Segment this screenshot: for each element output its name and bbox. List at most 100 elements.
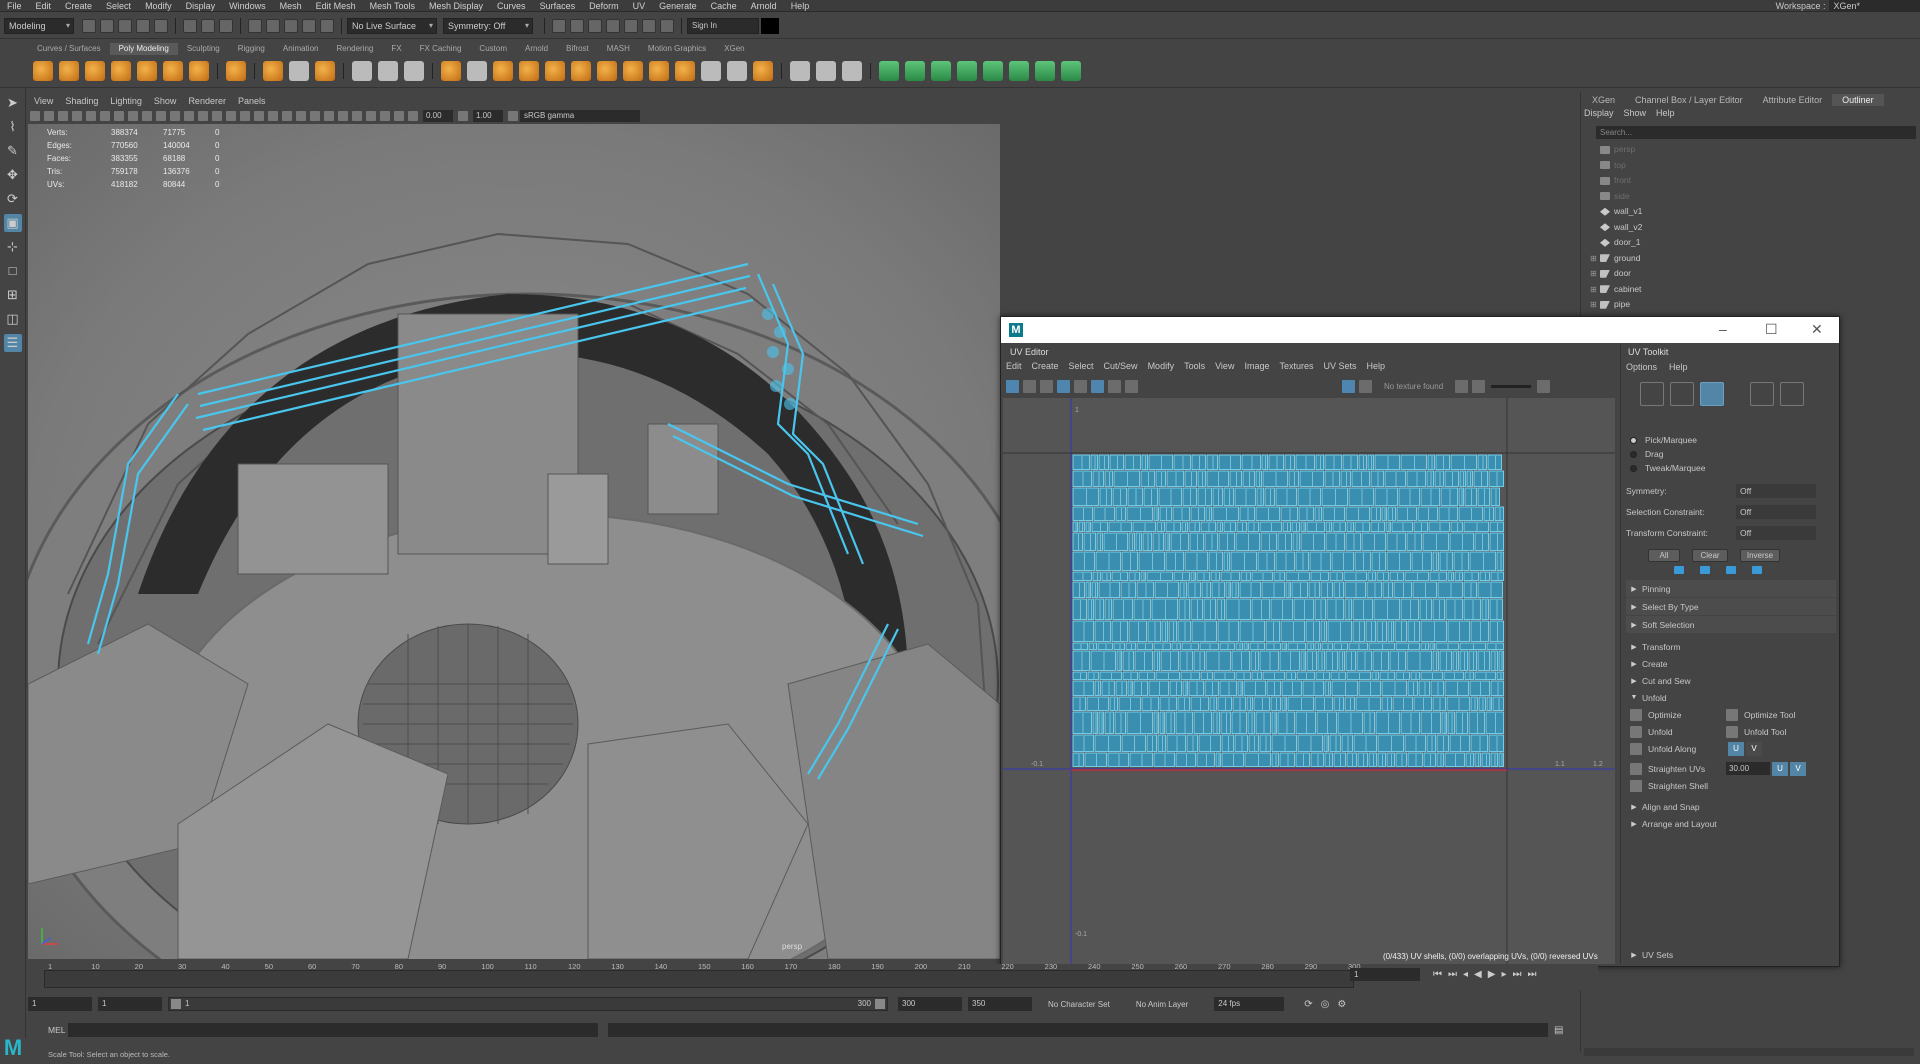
uv-shell[interactable] [1262,470,1288,487]
uv-distortion-icon[interactable] [1074,379,1087,393]
outliner-item-top[interactable]: top [1590,158,1642,174]
uv-shell[interactable] [1306,642,1314,650]
menu-modify[interactable]: Modify [138,0,179,12]
uv-shell[interactable] [1223,521,1236,532]
uv-shell[interactable] [1384,470,1406,487]
uv-shell[interactable] [1376,620,1387,642]
uv-shell[interactable] [1452,650,1459,671]
transfer-uv-icon[interactable] [983,61,1003,81]
gamma-icon[interactable] [458,111,468,121]
uv-shell[interactable] [1400,454,1427,470]
poly-sphere-icon[interactable] [33,61,53,81]
uv-shell[interactable] [1199,642,1219,650]
uv-shell[interactable] [1261,581,1285,598]
uv-shell[interactable] [1323,734,1329,752]
uv-shell[interactable] [1153,650,1160,671]
uv-shell[interactable] [1426,734,1436,752]
uv-shell[interactable] [1459,642,1486,650]
uv-shell[interactable] [1239,506,1255,521]
uv-shell[interactable] [1249,642,1265,650]
uv-shell[interactable] [1128,532,1135,551]
uv-shell[interactable] [1496,551,1504,571]
uv-shell[interactable] [1479,571,1490,581]
pause-icon[interactable] [660,18,674,33]
uv-shell[interactable] [1196,752,1215,767]
shelf-tab-xgen[interactable]: XGen [715,43,753,55]
uv-shell[interactable] [1320,581,1333,598]
uv-gamma-icon[interactable] [1472,379,1486,393]
section-align-and-snap[interactable]: ▶ Align and Snap [1626,798,1836,815]
step-back-frame-icon[interactable]: ◂ [1463,969,1468,980]
camera-icon[interactable] [30,111,40,121]
uv-shell[interactable] [1413,521,1428,532]
uv-shell[interactable] [1204,680,1219,696]
uv-shell[interactable] [1186,734,1198,752]
uv-shell[interactable] [1223,551,1230,571]
menu-generate[interactable]: Generate [652,0,704,12]
section-cut-and-sew[interactable]: ▶ Cut and Sew [1626,672,1836,689]
uv-shell[interactable] [1179,650,1193,671]
uv-shell[interactable] [1132,521,1156,532]
uv-shell[interactable] [1459,650,1468,671]
uv-shell[interactable] [1412,581,1437,598]
outliner-item-front[interactable]: front [1590,173,1642,189]
section-select-by-type[interactable]: ▶ Select By Type [1626,598,1836,615]
uv-shell[interactable] [1420,642,1429,650]
uv-shell[interactable] [1435,454,1450,470]
uv-shell[interactable] [1170,532,1189,551]
uv-shell[interactable] [1377,752,1386,767]
step-forward-key-icon[interactable]: ⏭ [1512,969,1521,980]
uv-shell[interactable] [1295,752,1310,767]
uv-shell[interactable] [1300,650,1306,671]
uv-shell[interactable] [1122,671,1138,680]
uv-shell[interactable] [1231,581,1239,598]
symmetry-value[interactable]: Off [1736,483,1816,498]
uv-shell[interactable] [1259,650,1279,671]
uv-shell[interactable] [1432,696,1446,711]
uv-shell[interactable] [1094,620,1111,642]
minimize-icon[interactable]: – [1719,321,1727,337]
panel-tab-channel-box-layer-editor[interactable]: Channel Box / Layer Editor [1625,94,1753,106]
uv-shell[interactable] [1463,598,1481,620]
uv-unfold-icon[interactable] [1035,61,1055,81]
uv-shell[interactable] [1090,454,1098,470]
wedge-icon[interactable] [701,61,721,81]
uv-shell[interactable] [1112,598,1133,620]
shelf-tab-poly-modeling[interactable]: Poly Modeling [109,43,178,55]
uv-shell[interactable] [1133,680,1148,696]
uv-shell[interactable] [1234,487,1256,506]
uv-shell[interactable] [1097,642,1113,650]
antialias-icon[interactable] [324,111,334,121]
uv-shell[interactable] [1172,506,1190,521]
uv-shell[interactable] [1486,642,1504,650]
uv-shell[interactable] [1297,734,1323,752]
uv-shell[interactable] [1391,521,1413,532]
viewport-menu-lighting[interactable]: Lighting [104,95,148,107]
uv-shell[interactable] [1317,650,1325,671]
layout-single-icon[interactable]: □ [4,262,22,280]
uv-shell[interactable] [1190,571,1196,581]
uv-shell[interactable] [1346,671,1371,680]
uv-shell[interactable] [1072,470,1092,487]
uv-shell[interactable] [1477,454,1487,470]
uv-shell[interactable] [1486,696,1492,711]
uv-shell[interactable] [1469,551,1496,571]
uv-shell[interactable] [1260,532,1277,551]
select-border-icon[interactable] [1674,566,1684,574]
uv-shell[interactable] [1203,598,1216,620]
camera-attr-icon[interactable] [44,111,54,121]
uv-shell[interactable] [1300,521,1306,532]
uv-shell[interactable] [1310,571,1329,581]
uv-shell[interactable] [1485,711,1504,734]
uv-shell[interactable] [1246,696,1253,711]
uv-shell[interactable] [1481,598,1489,620]
uv-shell[interactable] [1218,454,1241,470]
uv-shell[interactable] [1498,650,1504,671]
uv-shell[interactable] [1458,487,1464,506]
uv-shell[interactable] [1316,711,1337,734]
uv-shell[interactable] [1146,734,1157,752]
uv-shell[interactable] [1454,571,1463,581]
planar-map-icon[interactable] [879,61,899,81]
straighten-uvs-button[interactable]: Straighten UVs [1630,760,1726,777]
uv-shell[interactable] [1114,711,1126,734]
